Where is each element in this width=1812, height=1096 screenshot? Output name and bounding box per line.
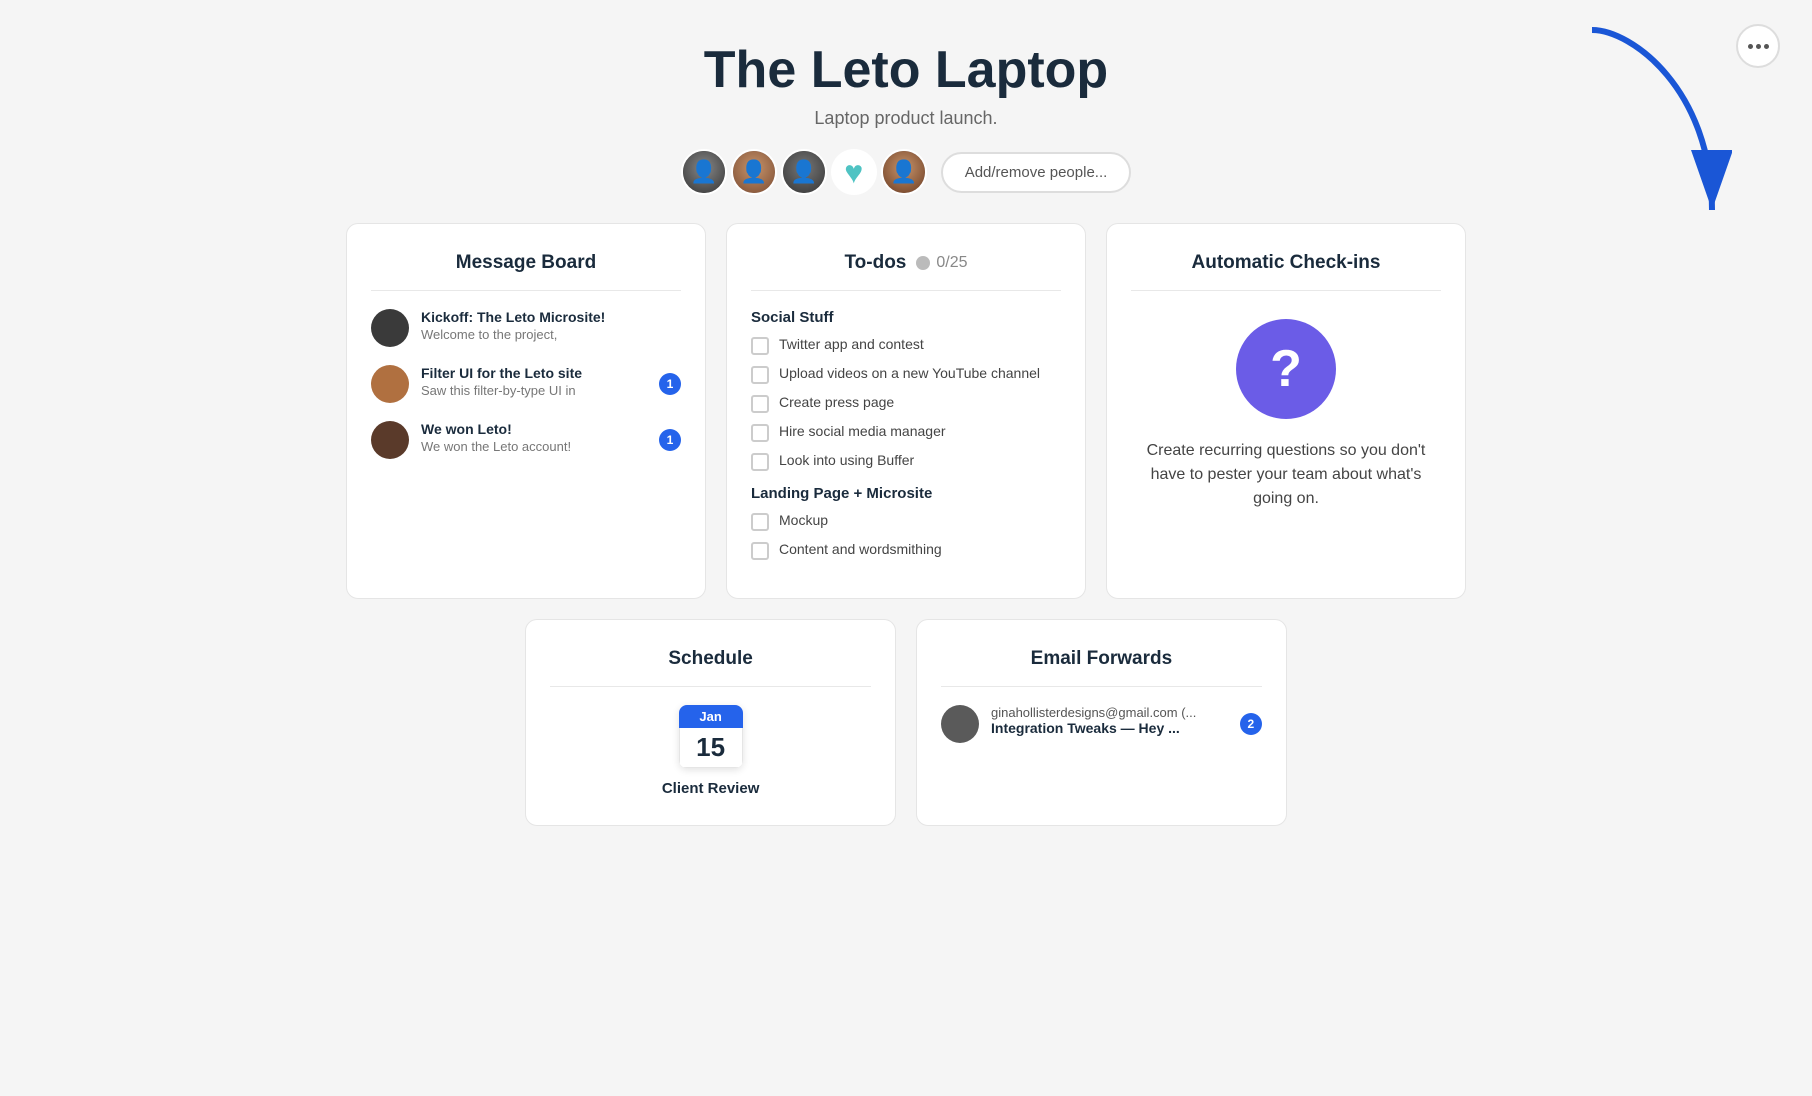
notification-badge: 1 (659, 429, 681, 451)
calendar-month: Jan (679, 705, 743, 728)
todo-label: Look into using Buffer (779, 452, 914, 468)
email-item[interactable]: ginahollisterdesigns@gmail.com (... Inte… (941, 705, 1262, 743)
page-title: The Leto Laptop (346, 40, 1466, 100)
todo-section-title: Landing Page + Microsite (751, 485, 1061, 502)
email-subject: Integration Tweaks — Hey ... (991, 720, 1196, 736)
schedule-card: Schedule Jan 15 Client Review (525, 619, 896, 826)
avatar (941, 705, 979, 743)
todo-item[interactable]: Content and wordsmithing (751, 541, 1061, 560)
schedule-body: Jan 15 Client Review (550, 705, 871, 797)
message-item[interactable]: Kickoff: The Leto Microsite! Welcome to … (371, 309, 681, 347)
add-remove-people-button[interactable]: Add/remove people... (941, 152, 1132, 193)
todo-label: Content and wordsmithing (779, 541, 942, 557)
todos-title: To-dos (844, 252, 906, 274)
avatar[interactable]: 👤 (781, 149, 827, 195)
todo-item[interactable]: Hire social media manager (751, 423, 1061, 442)
avatar[interactable]: 👤 (731, 149, 777, 195)
message-preview: Saw this filter-by-type UI in (421, 383, 582, 398)
checkins-description: Create recurring questions so you don't … (1131, 439, 1441, 511)
todo-checkbox[interactable] (751, 542, 769, 560)
todo-label: Create press page (779, 394, 894, 410)
todo-item[interactable]: Mockup (751, 512, 1061, 531)
todo-item[interactable]: Upload videos on a new YouTube channel (751, 365, 1061, 384)
page-header: The Leto Laptop Laptop product launch. 👤… (346, 40, 1466, 223)
calendar-day: 15 (679, 728, 743, 768)
todo-item[interactable]: Look into using Buffer (751, 452, 1061, 471)
heart-icon: ♥ (844, 154, 863, 191)
todo-checkbox[interactable] (751, 366, 769, 384)
dots-icon (1748, 44, 1769, 49)
todos-header: To-dos 0/25 (751, 252, 1061, 291)
email-forwards-card: Email Forwards ginahollisterdesigns@gmai… (916, 619, 1287, 826)
avatar-heart: ♥ (831, 149, 877, 195)
avatar (371, 309, 409, 347)
message-title: We won Leto! (421, 421, 571, 437)
arrow-decoration (1572, 10, 1732, 230)
avatar (371, 421, 409, 459)
message-title: Kickoff: The Leto Microsite! (421, 309, 605, 325)
notification-badge: 1 (659, 373, 681, 395)
message-board-title: Message Board (371, 252, 681, 291)
todo-label: Hire social media manager (779, 423, 946, 439)
email-from: ginahollisterdesigns@gmail.com (... (991, 705, 1196, 720)
calendar-icon: Jan 15 (679, 705, 743, 768)
todo-section: Social Stuff Twitter app and contest Upl… (751, 309, 1061, 471)
todo-checkbox[interactable] (751, 424, 769, 442)
message-item[interactable]: We won Leto! We won the Leto account! 1 (371, 421, 681, 459)
message-preview: We won the Leto account! (421, 439, 571, 454)
todo-section: Landing Page + Microsite Mockup Content … (751, 485, 1061, 560)
avatar[interactable]: 👤 (881, 149, 927, 195)
todo-item[interactable]: Twitter app and contest (751, 336, 1061, 355)
email-subject-bold: Integration Tweaks (991, 720, 1117, 736)
todo-checkbox[interactable] (751, 337, 769, 355)
message-board-card: Message Board Kickoff: The Leto Microsit… (346, 223, 706, 599)
email-subject-rest: — Hey ... (1117, 720, 1180, 736)
todo-checkbox[interactable] (751, 395, 769, 413)
todo-section-title: Social Stuff (751, 309, 1061, 326)
todo-label: Twitter app and contest (779, 336, 924, 352)
email-forwards-title: Email Forwards (941, 648, 1262, 687)
schedule-event-title: Client Review (662, 780, 760, 797)
schedule-title: Schedule (550, 648, 871, 687)
bottom-grid: Schedule Jan 15 Client Review Email Forw… (525, 619, 1287, 826)
todos-card: To-dos 0/25 Social Stuff Twitter app and… (726, 223, 1086, 599)
page-subtitle: Laptop product launch. (346, 108, 1466, 129)
message-title: Filter UI for the Leto site (421, 365, 582, 381)
people-row: 👤 👤 👤 ♥ 👤 Add/remove people... (346, 149, 1466, 195)
message-item[interactable]: Filter UI for the Leto site Saw this fil… (371, 365, 681, 403)
more-options-button[interactable] (1736, 24, 1780, 68)
question-circle-icon: ? (1236, 319, 1336, 419)
todo-label: Mockup (779, 512, 828, 528)
main-grid: Message Board Kickoff: The Leto Microsit… (346, 223, 1466, 599)
avatar (371, 365, 409, 403)
todo-checkbox[interactable] (751, 513, 769, 531)
todo-item[interactable]: Create press page (751, 394, 1061, 413)
checkins-body: ? Create recurring questions so you don'… (1131, 309, 1441, 511)
notification-badge: 2 (1240, 713, 1262, 735)
todo-label: Upload videos on a new YouTube channel (779, 365, 1040, 381)
todo-checkbox[interactable] (751, 453, 769, 471)
todo-count: 0/25 (936, 254, 967, 272)
todo-progress-dot (916, 256, 930, 270)
checkins-title: Automatic Check-ins (1131, 252, 1441, 291)
checkins-card: Automatic Check-ins ? Create recurring q… (1106, 223, 1466, 599)
message-preview: Welcome to the project, (421, 327, 605, 342)
avatar[interactable]: 👤 (681, 149, 727, 195)
